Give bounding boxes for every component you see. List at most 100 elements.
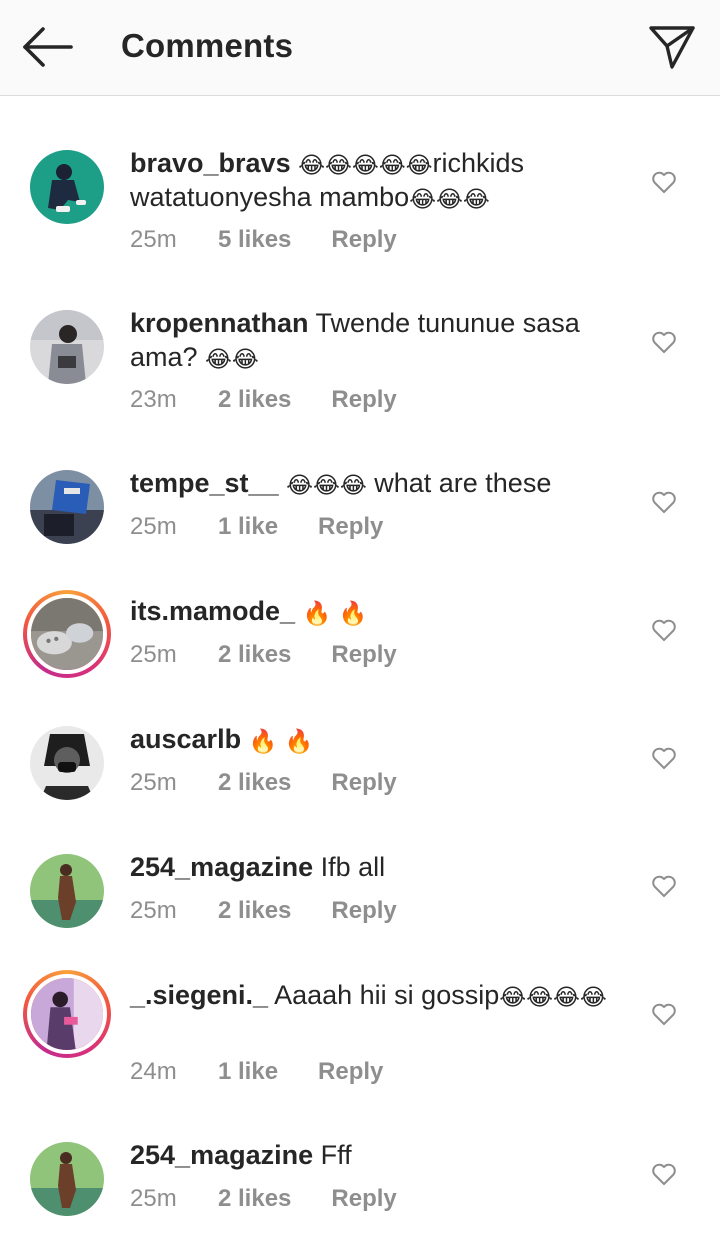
heart-icon[interactable]: [651, 490, 677, 514]
comment-meta: 25m 5 likes Reply: [130, 225, 397, 255]
heart-icon[interactable]: [651, 1162, 677, 1186]
emoji: 😂: [405, 152, 433, 178]
avatar-254-magazine[interactable]: [30, 1142, 104, 1216]
comment-likes[interactable]: 2 likes: [218, 896, 291, 926]
emoji: 😂: [436, 186, 463, 212]
comment-message: 🔥 🔥: [241, 724, 314, 754]
comment-likes[interactable]: 2 likes: [218, 385, 291, 415]
comment-likes[interactable]: 2 likes: [218, 640, 291, 670]
comment-meta: 25m 2 likes Reply: [130, 1184, 397, 1214]
comment-message: Ifb all: [313, 852, 386, 882]
comment-text-run: [277, 724, 285, 754]
avatar: [27, 594, 107, 674]
emoji: 😂: [579, 984, 607, 1010]
avatar-kropennathan[interactable]: [30, 310, 104, 384]
comment-username[interactable]: auscarlb: [130, 724, 241, 754]
comment-text-run: Ifb all: [313, 852, 386, 882]
comment-time: 24m: [130, 1058, 177, 1085]
heart-icon[interactable]: [651, 746, 677, 770]
reply-button[interactable]: Reply: [318, 1057, 383, 1087]
comment-text: auscarlb 🔥 🔥: [130, 722, 630, 756]
comment-username[interactable]: bravo_bravs: [130, 148, 291, 178]
comment-username[interactable]: 254_magazine: [130, 1140, 313, 1170]
comment-time: 25m: [130, 897, 177, 924]
comment-text-run: [291, 148, 299, 178]
avatar-siegeni[interactable]: [23, 970, 111, 1058]
comment-time: 25m: [130, 513, 177, 540]
avatar: [30, 726, 104, 800]
emoji: 😂: [231, 346, 259, 372]
comment-likes[interactable]: 5 likes: [218, 225, 291, 255]
comment-message: 😂😂😂 what are these: [279, 468, 551, 498]
reply-button[interactable]: Reply: [331, 225, 396, 255]
comment-meta: 24m 1 like Reply: [130, 1057, 383, 1087]
emoji: 😂: [286, 472, 313, 498]
reply-button[interactable]: Reply: [331, 385, 396, 415]
comment-message: Fff: [313, 1140, 352, 1170]
reply-button[interactable]: Reply: [331, 896, 396, 926]
avatar: [30, 470, 104, 544]
heart-icon[interactable]: [651, 330, 677, 354]
heart-icon[interactable]: [651, 170, 677, 194]
comment-time: 25m: [130, 769, 177, 796]
emoji: 😂: [462, 186, 490, 212]
top-app-bar: Comments: [0, 0, 720, 96]
avatar: [30, 1142, 104, 1216]
comment-time: 25m: [130, 226, 177, 253]
comment-text: tempe_st__ 😂😂😂 what are these: [130, 466, 630, 500]
comment-text: bravo_bravs 😂😂😂😂😂richkids watatuonyesha …: [130, 146, 630, 214]
comment-username[interactable]: 254_magazine: [130, 852, 313, 882]
comment-text-run: Fff: [313, 1140, 352, 1170]
comment-username[interactable]: kropennathan: [130, 308, 309, 338]
comment-text: its.mamode_ 🔥 🔥: [130, 594, 630, 628]
comment-username[interactable]: its.mamode_: [130, 596, 295, 626]
emoji: 😂: [499, 984, 527, 1010]
comment-text: _.siegeni._ Aaaah hii si gossip😂😂😂😂: [130, 978, 630, 1012]
paper-plane-icon[interactable]: [648, 24, 696, 70]
comment-meta: 25m 2 likes Reply: [130, 896, 397, 926]
emoji: 😂: [339, 472, 367, 498]
comment-text: 254_magazine Ifb all: [130, 850, 630, 884]
avatar-bravo-bravs[interactable]: [30, 150, 104, 224]
comment-text-run: [241, 724, 249, 754]
reply-button[interactable]: Reply: [331, 640, 396, 670]
reply-button[interactable]: Reply: [331, 1184, 396, 1214]
heart-icon[interactable]: [651, 618, 677, 642]
comment-time: 23m: [130, 386, 177, 413]
emoji: 🔥: [338, 600, 368, 626]
emoji: 😂: [312, 472, 340, 498]
comment-time: 25m: [130, 1185, 177, 1212]
emoji: 😂: [378, 152, 406, 178]
avatar-254-magazine[interactable]: [30, 854, 104, 928]
comment-username[interactable]: _.siegeni._: [130, 980, 268, 1010]
emoji: 🔥: [284, 728, 314, 754]
avatar-its-mamode[interactable]: [23, 590, 111, 678]
comment-text: kropennathan Twende tununue sasa ama? 😂😂: [130, 306, 630, 374]
comment-text-run: [279, 468, 287, 498]
avatar-tempe-st[interactable]: [30, 470, 104, 544]
comment-text: 254_magazine Fff: [130, 1138, 630, 1172]
comment-meta: 25m 2 likes Reply: [130, 768, 397, 798]
comment-text-run: [331, 596, 339, 626]
emoji: 🔥: [302, 600, 332, 626]
comment-likes[interactable]: 1 like: [218, 1057, 278, 1087]
emoji: 😂: [526, 984, 553, 1010]
comment-username[interactable]: tempe_st__: [130, 468, 279, 498]
heart-icon[interactable]: [651, 1002, 677, 1026]
avatar-auscarlb[interactable]: [30, 726, 104, 800]
reply-button[interactable]: Reply: [318, 512, 383, 542]
heart-icon[interactable]: [651, 874, 677, 898]
page-title: Comments: [121, 27, 294, 64]
reply-button[interactable]: Reply: [331, 768, 396, 798]
comment-likes[interactable]: 1 like: [218, 512, 278, 542]
comment-meta: 25m 1 like Reply: [130, 512, 383, 542]
avatar: [30, 150, 104, 224]
comment-likes[interactable]: 2 likes: [218, 1184, 291, 1214]
emoji: 😂: [205, 346, 232, 372]
comment-text-run: [295, 596, 303, 626]
comment-text-run: Aaaah hii si gossip: [268, 980, 500, 1010]
comment-likes[interactable]: 2 likes: [218, 768, 291, 798]
back-arrow-icon[interactable]: [22, 25, 74, 69]
comment-meta: 23m 2 likes Reply: [130, 385, 397, 415]
avatar: [30, 310, 104, 384]
